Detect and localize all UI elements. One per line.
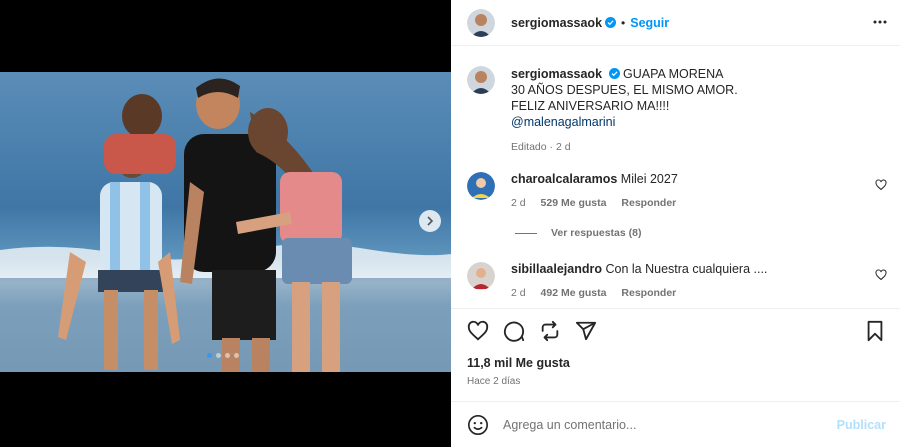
reply-button[interactable]: Responder [621, 197, 676, 209]
comment-text: Milei 2027 [620, 172, 678, 186]
caption-line: 30 AÑOS DESPUES, EL MISMO AMOR. [511, 83, 738, 97]
beach-family-photo [0, 72, 451, 372]
send-icon[interactable] [575, 320, 597, 342]
verified-icon [608, 68, 620, 79]
comment-item: charoalcalaramos Milei 2027 2 d 529 Me g… [467, 172, 887, 209]
caption-line: FELIZ ANIVERSARIO MA!!!! [511, 99, 670, 113]
avatar-image [467, 262, 495, 290]
avatar-image [467, 8, 495, 37]
caption-mention-link[interactable]: @malenagalmarini [511, 114, 738, 130]
post-header: sergiomassaok • Seguir [451, 0, 900, 46]
avatar[interactable] [467, 66, 495, 94]
verified-icon [605, 17, 617, 28]
follow-button[interactable]: Seguir [630, 16, 669, 30]
comment-input[interactable] [503, 417, 823, 432]
avatar-image [467, 66, 495, 94]
comment-composer: Publicar [451, 401, 900, 447]
media-area [0, 0, 451, 447]
comment-text: Con la Nuestra cualquiera .... [605, 262, 768, 276]
carousel-dot [234, 353, 239, 358]
carousel-indicator [207, 353, 239, 358]
carousel-dot [207, 353, 212, 358]
separator-dot: • [621, 15, 626, 30]
author-username[interactable]: sergiomassaok [511, 16, 602, 30]
emoji-icon[interactable] [467, 414, 489, 436]
carousel-dot [216, 353, 221, 358]
bookmark-icon[interactable] [865, 320, 885, 342]
view-replies-button[interactable]: Ver respuestas (8) [515, 227, 641, 239]
post-caption: sergiomassaok GUAPA MORENA 30 AÑOS DESPU… [467, 66, 738, 155]
comment-icon[interactable] [503, 320, 525, 342]
heart-icon[interactable] [875, 179, 887, 191]
avatar[interactable] [467, 262, 495, 290]
more-icon[interactable] [872, 14, 888, 30]
reply-button[interactable]: Responder [621, 287, 676, 299]
carousel-next-button[interactable] [419, 210, 441, 232]
publish-button[interactable]: Publicar [837, 418, 886, 432]
post-timestamp[interactable]: Hace 2 días [467, 376, 520, 387]
caption-meta: Editado · 2 d [511, 141, 571, 153]
share-icon[interactable] [539, 320, 561, 342]
post-side-panel: sergiomassaok • Seguir sergiomassaok GUA… [451, 0, 900, 447]
comment-username[interactable]: charoalcalaramos [511, 172, 617, 186]
comment-likes[interactable]: 529 Me gusta [541, 197, 607, 209]
avatar[interactable] [467, 8, 495, 37]
avatar-image [467, 172, 495, 200]
heart-icon[interactable] [875, 269, 887, 281]
comment-age: 2 d [511, 287, 526, 299]
comment-item: sibillaalejandro Con la Nuestra cualquie… [467, 262, 887, 299]
heart-icon[interactable] [467, 320, 489, 342]
caption-line: GUAPA MORENA [623, 67, 724, 81]
comment-age: 2 d [511, 197, 526, 209]
comment-likes[interactable]: 492 Me gusta [541, 287, 607, 299]
replies-divider [515, 232, 537, 234]
comment-username[interactable]: sibillaalejandro [511, 262, 602, 276]
post-dialog: sergiomassaok • Seguir sergiomassaok GUA… [0, 0, 900, 447]
chevron-right-icon [427, 216, 434, 226]
likes-count[interactable]: 11,8 mil Me gusta [467, 356, 570, 370]
view-replies-label: Ver respuestas (8) [551, 227, 642, 239]
carousel-dot [225, 353, 230, 358]
avatar[interactable] [467, 172, 495, 200]
action-bar [451, 308, 900, 354]
post-photo[interactable] [0, 72, 451, 372]
caption-author[interactable]: sergiomassaok [511, 67, 602, 81]
